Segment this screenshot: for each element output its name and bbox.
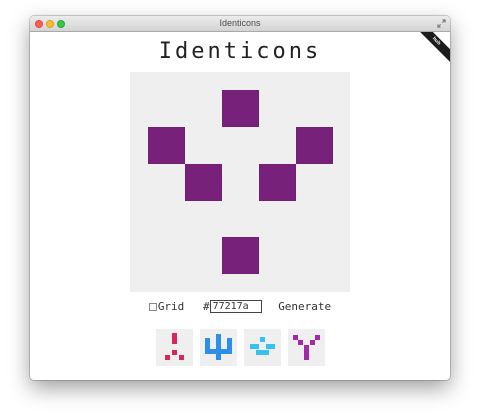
identicon-thumbnail[interactable] bbox=[288, 329, 325, 366]
hash-symbol: # bbox=[202, 299, 210, 313]
thumbnail-cell bbox=[250, 344, 259, 349]
identicon-cell bbox=[148, 127, 185, 164]
identicon-thumbnail[interactable] bbox=[156, 329, 193, 366]
identicon-thumbnail[interactable] bbox=[200, 329, 237, 366]
thumbnail-cell bbox=[304, 345, 309, 360]
window-title: Identicons bbox=[219, 18, 261, 28]
identicon-cell bbox=[222, 90, 259, 127]
page-title: Identicons bbox=[158, 39, 322, 64]
identicon-thumbnail[interactable] bbox=[244, 329, 281, 366]
fullscreen-icon[interactable] bbox=[437, 19, 446, 28]
grid-label[interactable]: Grid bbox=[158, 300, 185, 313]
thumbnail-cell bbox=[172, 333, 177, 344]
grid-checkbox[interactable] bbox=[148, 302, 157, 311]
thumbnail-cell bbox=[315, 335, 320, 340]
app-window: Identicons hub Identicons Grid # Generat… bbox=[30, 16, 450, 380]
identicon-canvas bbox=[130, 72, 350, 292]
thumbnail-cell bbox=[256, 350, 269, 355]
thumbnail-cell bbox=[172, 350, 177, 355]
thumbnail-cell bbox=[165, 355, 170, 360]
thumbnail-cell bbox=[310, 340, 315, 345]
controls-bar: Grid # Generate bbox=[30, 299, 450, 313]
thumbnail-cell bbox=[260, 337, 265, 342]
grid-toggle[interactable]: Grid bbox=[148, 300, 185, 313]
thumbnail-cell bbox=[298, 340, 303, 345]
thumbnail-cell bbox=[205, 349, 232, 354]
identicon-gallery bbox=[156, 329, 326, 366]
thumbnail-cell bbox=[266, 344, 275, 349]
color-input[interactable] bbox=[209, 299, 262, 313]
thumbnail-cell bbox=[179, 355, 184, 360]
title-bar[interactable]: Identicons bbox=[30, 16, 450, 32]
identicon-cell bbox=[259, 164, 296, 201]
identicon-cell bbox=[185, 164, 222, 201]
identicon-cell bbox=[296, 127, 333, 164]
generate-button[interactable]: Generate bbox=[278, 300, 331, 313]
thumbnail-cell bbox=[216, 334, 221, 360]
identicon-cell bbox=[222, 237, 259, 274]
